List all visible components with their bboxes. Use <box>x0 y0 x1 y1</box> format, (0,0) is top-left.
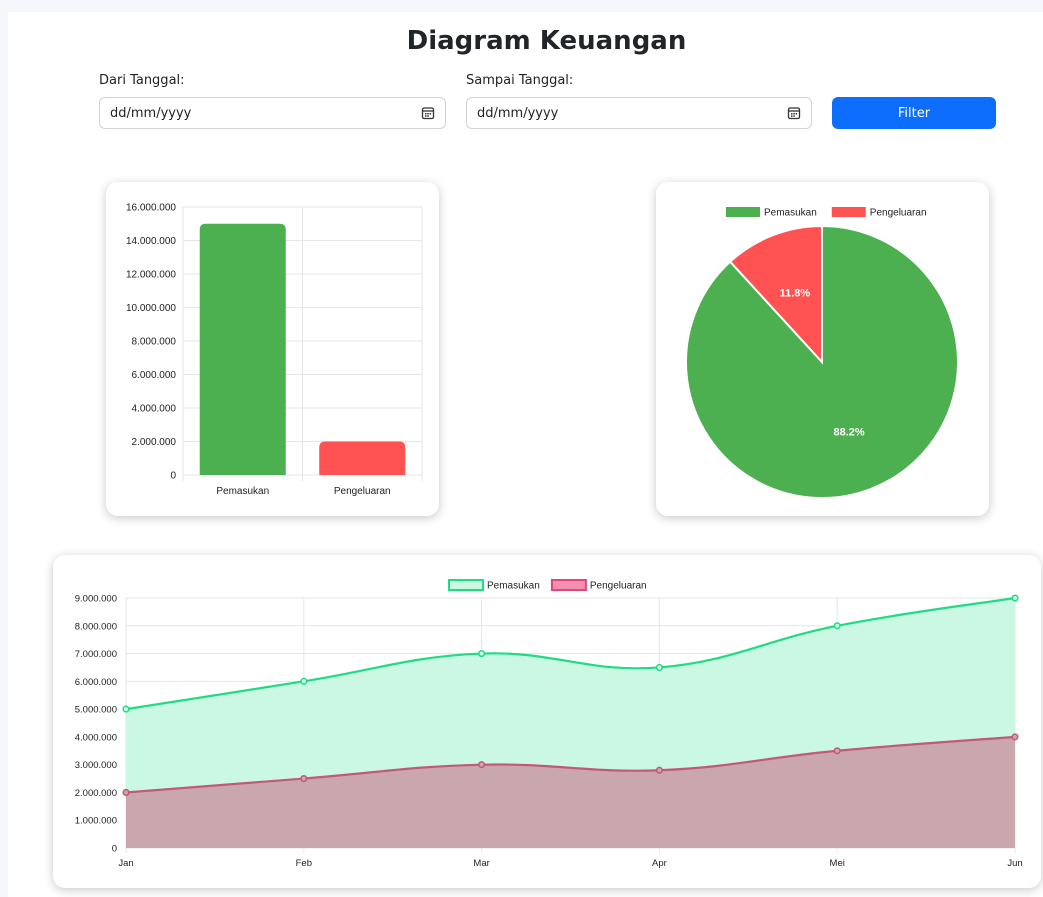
legend-swatch-pengeluaran <box>550 579 587 591</box>
line-chart: 0 1.000.000 2.000.000 3.000.000 4.000.000 5.0… <box>75 579 1023 869</box>
y-tick-label: 14.000.000 <box>126 236 176 247</box>
y-tick-label: 2.000.000 <box>75 788 117 799</box>
calendar-icon[interactable] <box>421 106 435 120</box>
legend-label: Pengeluaran <box>870 208 927 219</box>
x-tick-label: Feb <box>296 858 312 869</box>
y-tick-label: 10.000.000 <box>126 303 176 314</box>
data-point <box>122 705 130 713</box>
y-tick-label: 0 <box>112 844 117 855</box>
from-date-label: Dari Tanggal: <box>99 73 185 88</box>
bar-chart-card: 0 2.000.000 4.000.000 6.000.000 8.000.000 10.… <box>106 182 439 516</box>
bar-pemasukan <box>199 223 286 475</box>
to-date-placeholder: dd/mm/yyyy <box>477 105 559 121</box>
y-tick-label: 12.000.000 <box>126 270 176 281</box>
pie-chart-card: Pemasukan Pengeluaran 88.2% 11.8% <box>656 182 989 516</box>
x-tick-label: Apr <box>652 858 667 869</box>
data-point <box>300 775 308 783</box>
data-point <box>478 650 486 658</box>
pie-data-label: 88.2% <box>833 427 864 439</box>
bar-chart: 0 2.000.000 4.000.000 6.000.000 8.000.000 10.… <box>126 203 423 497</box>
x-tick-label: Mei <box>830 858 845 869</box>
data-point <box>300 677 308 685</box>
legend-swatch-pemasukan <box>448 579 484 591</box>
from-date-input[interactable]: dd/mm/yyyy <box>99 97 446 129</box>
x-tick-label: Jun <box>1007 858 1022 869</box>
y-tick-label: 3.000.000 <box>75 760 117 771</box>
y-tick-label: 5.000.000 <box>75 705 117 716</box>
pie-data-label: 11.8% <box>780 287 811 299</box>
y-tick-label: 0 <box>170 471 176 482</box>
y-tick-label: 4.000.000 <box>75 732 117 743</box>
data-point <box>655 766 663 774</box>
y-tick-label: 1.000.000 <box>75 816 117 827</box>
y-tick-label: 8.000.000 <box>75 621 117 632</box>
from-date-placeholder: dd/mm/yyyy <box>110 105 192 121</box>
pie-chart: Pemasukan Pengeluaran 88.2% 11.8% <box>685 207 959 499</box>
y-tick-label: 16.000.000 <box>126 203 176 214</box>
data-point <box>478 761 486 769</box>
page-title: Diagram Keuangan <box>406 26 687 56</box>
bar-pengeluaran <box>319 441 406 475</box>
x-tick-label: Jan <box>118 858 133 869</box>
y-tick-label: 6.000.000 <box>132 370 177 381</box>
y-tick-label: 4.000.000 <box>132 404 177 415</box>
legend-swatch-pengeluaran <box>831 207 866 217</box>
data-point <box>833 747 841 755</box>
data-point <box>1011 733 1019 741</box>
y-tick-label: 8.000.000 <box>132 337 177 348</box>
legend-swatch-pemasukan <box>726 207 760 217</box>
y-tick-label: 7.000.000 <box>75 649 117 660</box>
legend-label: Pemasukan <box>487 581 540 592</box>
line-chart-card: 0 1.000.000 2.000.000 3.000.000 4.000.000 5.0… <box>53 555 1041 888</box>
legend-label: Pemasukan <box>764 208 817 219</box>
data-point <box>833 622 841 630</box>
y-tick-label: 6.000.000 <box>75 677 117 688</box>
to-date-input[interactable]: dd/mm/yyyy <box>466 97 812 129</box>
data-point <box>655 663 663 671</box>
data-point <box>122 788 130 796</box>
x-tick-label: Pemasukan <box>216 486 269 497</box>
x-tick-label: Mar <box>473 858 489 869</box>
filter-button[interactable]: Filter <box>832 97 996 129</box>
y-tick-label: 2.000.000 <box>132 437 177 448</box>
y-tick-label: 9.000.000 <box>75 594 117 605</box>
data-point <box>1011 594 1019 602</box>
x-tick-label: Pengeluaran <box>334 486 391 497</box>
to-date-label: Sampai Tanggal: <box>466 73 574 88</box>
calendar-icon[interactable] <box>787 106 801 120</box>
legend-label: Pengeluaran <box>590 581 647 592</box>
